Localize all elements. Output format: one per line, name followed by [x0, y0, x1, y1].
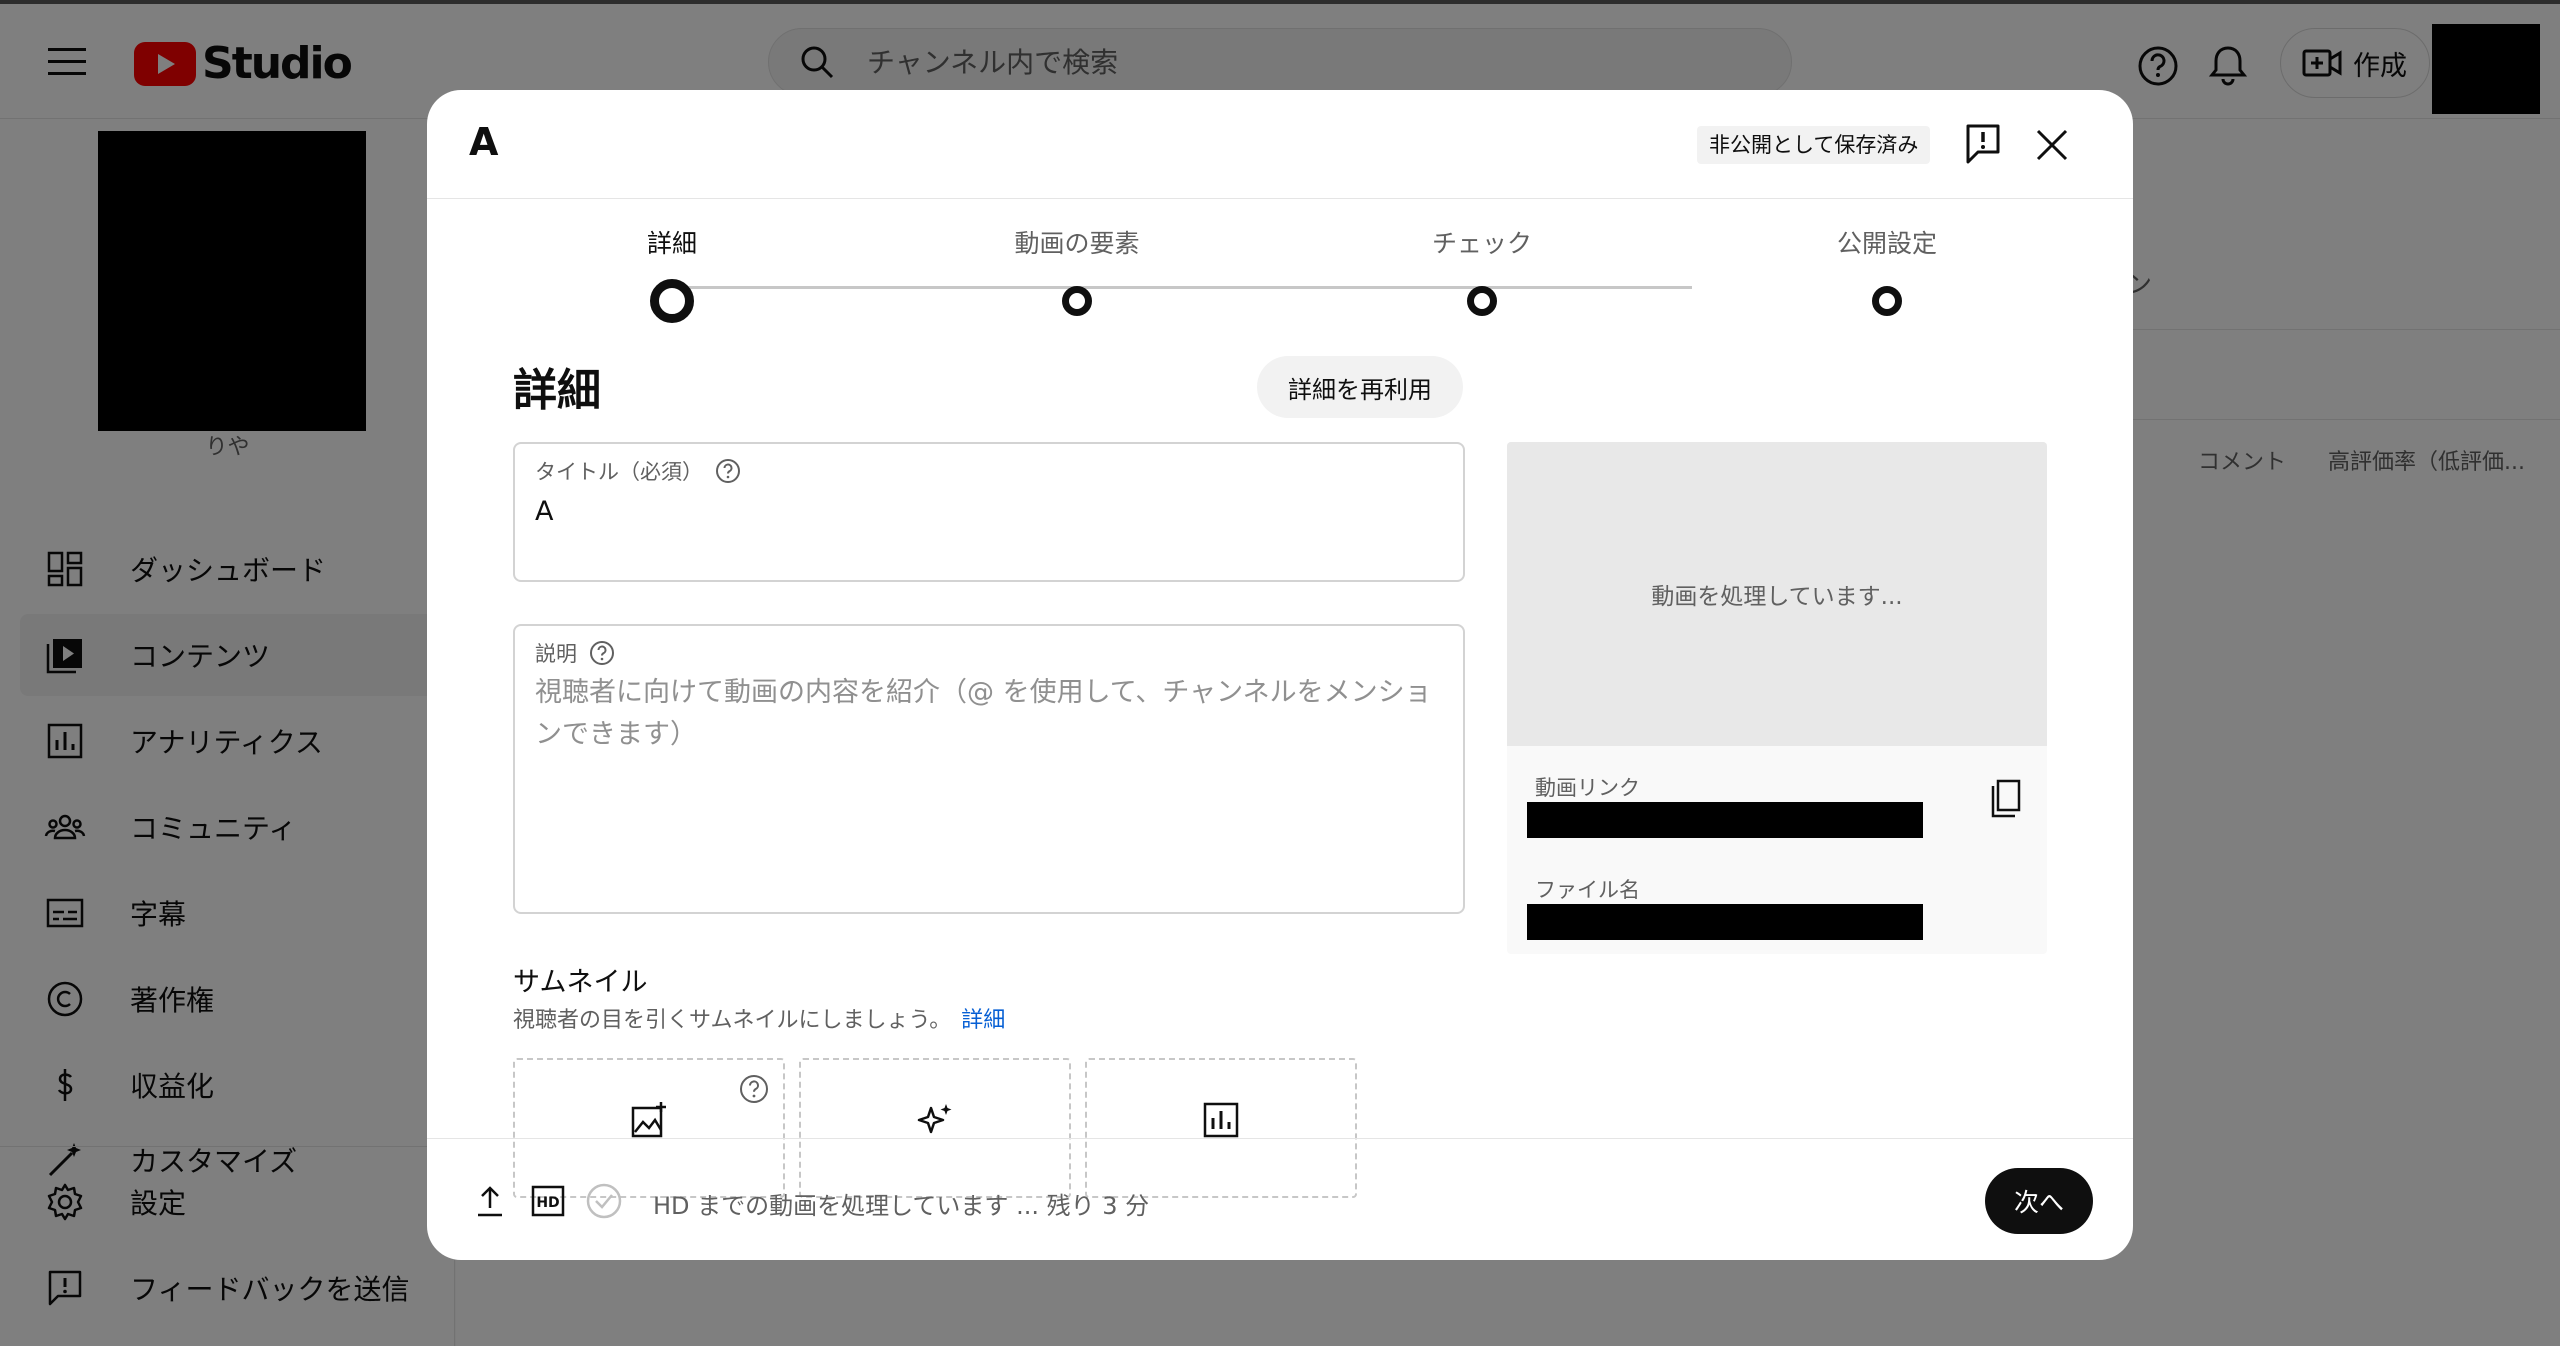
description-field[interactable]: 説明 視聴者に向けて動画の内容を紹介（@ を使用して、チャンネルをメンションでき… [513, 624, 1465, 914]
reuse-details-button[interactable]: 詳細を再利用 [1257, 356, 1463, 418]
thumbnail-subtitle-text: 視聴者の目を引くサムネイルにしましょう。 [513, 1008, 952, 1033]
processing-status-text: HD までの動画を処理しています ... 残り 3 分 [653, 1192, 1150, 1220]
step-label: 公開設定 [1836, 229, 1937, 258]
close-icon[interactable] [2033, 126, 2071, 164]
upload-details-dialog: A 非公開として保存済み 詳細 動画の要素 チェック 公開設定 詳細 詳細を再利… [427, 90, 2133, 1260]
thumbnail-test-compare-option[interactable] [1085, 1058, 1357, 1198]
svg-text:HD: HD [536, 1195, 559, 1211]
step-label: チェック [1431, 229, 1532, 258]
step-checks[interactable]: チェック [1382, 224, 1582, 316]
section-heading: 詳細 [513, 365, 601, 416]
step-dot [1872, 286, 1902, 316]
help-icon[interactable] [739, 1074, 769, 1104]
help-icon[interactable] [715, 458, 741, 484]
title-field-label-row: タイトル（必須） [535, 456, 741, 486]
auto-generate-icon [917, 1104, 952, 1134]
description-placeholder[interactable]: 視聴者に向けて動画の内容を紹介（@ を使用して、チャンネルをメンションできます） [535, 672, 1445, 756]
description-field-label: 説明 [535, 642, 577, 666]
title-input[interactable]: A [535, 496, 553, 527]
title-field[interactable]: タイトル（必須） A [513, 442, 1465, 582]
step-label: 動画の要素 [1014, 229, 1140, 258]
dialog-title: A [469, 120, 499, 164]
step-visibility[interactable]: 公開設定 [1787, 224, 1987, 316]
upload-icon [478, 1186, 502, 1217]
thumbnail-learn-more-link[interactable]: 詳細 [961, 1008, 1005, 1033]
step-dot [650, 279, 694, 323]
filename-label: ファイル名 [1535, 878, 1640, 902]
report-issue-icon[interactable] [1963, 122, 2003, 166]
video-preview-panel: 動画を処理しています... 動画リンク ファイル名 [1507, 442, 2047, 954]
saved-status-badge: 非公開として保存済み [1697, 126, 1931, 164]
copy-icon[interactable] [1987, 778, 2023, 820]
video-link-label: 動画リンク [1535, 776, 1640, 800]
header-divider [427, 198, 2133, 199]
video-link-redacted[interactable] [1527, 802, 1923, 838]
footer-divider [427, 1138, 2133, 1139]
help-icon[interactable] [589, 640, 615, 666]
step-label: 詳細 [646, 229, 697, 258]
stepper-track [672, 286, 1692, 289]
description-field-label-row: 説明 [535, 638, 615, 668]
hd-icon: HD [531, 1185, 565, 1217]
filename-redacted [1527, 904, 1923, 940]
thumbnail-upload-option[interactable] [513, 1058, 785, 1198]
video-processing-placeholder: 動画を処理しています... [1507, 442, 2047, 746]
step-dot [1062, 286, 1092, 316]
upload-thumbnail-icon [631, 1102, 666, 1138]
checks-status-icon [586, 1183, 622, 1219]
step-dot [1467, 286, 1497, 316]
thumbnail-heading: サムネイル [513, 967, 648, 998]
step-details[interactable]: 詳細 [572, 224, 772, 323]
next-button[interactable]: 次へ [1985, 1168, 2093, 1234]
thumbnail-subtitle: 視聴者の目を引くサムネイルにしましょう。 詳細 [513, 1002, 1005, 1034]
step-video-elements[interactable]: 動画の要素 [977, 224, 1177, 316]
thumbnail-auto-generated-option[interactable] [799, 1058, 1071, 1198]
title-field-label: タイトル（必須） [535, 460, 703, 484]
test-compare-icon [1203, 1102, 1239, 1138]
